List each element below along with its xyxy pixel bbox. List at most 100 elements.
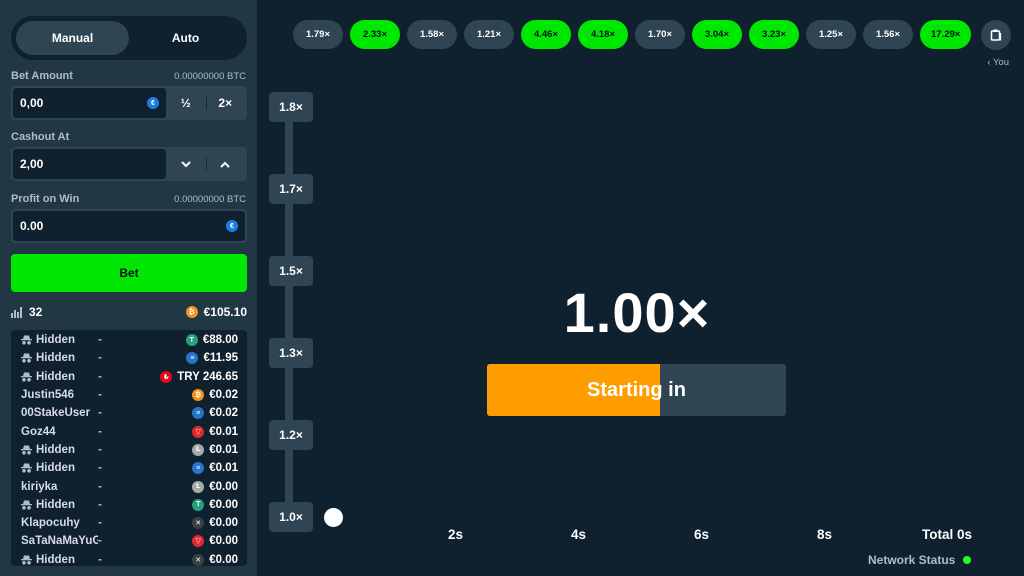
player-row[interactable]: Hidden - ✕ €0.00 — [11, 551, 247, 566]
history-details-button[interactable] — [981, 20, 1011, 50]
player-name: kiriyka — [21, 481, 98, 493]
history-pill[interactable]: 1.70× — [635, 20, 685, 49]
player-bet-amount: €0.01 — [209, 443, 238, 456]
chevron-up-icon — [220, 161, 230, 168]
incognito-icon — [21, 463, 32, 473]
player-bet: ≡ €0.02 — [128, 407, 238, 420]
player-bet: Ł €0.00 — [128, 480, 238, 493]
profit-btc: 0.00000000 BTC — [174, 194, 246, 205]
try-coin-icon: ₺ — [160, 370, 173, 383]
player-name: Hidden — [21, 462, 98, 474]
bet-button[interactable]: Bet — [11, 254, 247, 292]
history-pill[interactable]: 3.04× — [692, 20, 742, 49]
player-row[interactable]: Hidden - Ł €0.01 — [11, 441, 247, 459]
network-status: Network Status — [868, 553, 972, 567]
player-bet: ✕ €0.00 — [128, 517, 238, 530]
bet-stats: 32 ₿ €105.10 — [11, 304, 247, 320]
player-name: Hidden — [21, 352, 98, 364]
start-progress-bar: Starting in — [487, 364, 786, 416]
history-pill[interactable]: 4.46× — [521, 20, 571, 49]
cashout-decrease-button[interactable] — [166, 149, 206, 179]
network-status-label: Network Status — [868, 553, 956, 567]
clipboard-icon — [990, 29, 1002, 41]
y-axis-track — [285, 108, 293, 522]
player-row[interactable]: kiriyka - Ł €0.00 — [11, 477, 247, 495]
player-bet-amount: €0.01 — [209, 462, 238, 475]
player-name-text: 00StakeUser — [21, 407, 91, 420]
player-bet-amount: €0.02 — [209, 407, 238, 420]
double-bet-button[interactable]: 2× — [205, 88, 246, 118]
y-tick-label: 1.8× — [269, 92, 313, 122]
y-tick-label: 1.3× — [269, 338, 313, 368]
player-name: 00StakeUser — [21, 407, 98, 419]
player-bet: T €0.00 — [128, 498, 238, 511]
player-row[interactable]: Hidden - ≡ €11.95 — [11, 349, 247, 367]
player-name: SaTaNaMaYuG — [21, 535, 98, 547]
xrp-coin-icon: ✕ — [192, 553, 205, 566]
players-list[interactable]: Hidden - T €88.00 Hidden - ≡ €11.95 Hidden - ₺ TRY … — [11, 330, 247, 566]
history-pill[interactable]: 1.25× — [806, 20, 856, 49]
player-row[interactable]: 00StakeUser - ≡ €0.02 — [11, 404, 247, 422]
player-bet-amount: €0.01 — [209, 425, 238, 438]
auto-tab[interactable]: Auto — [129, 21, 242, 55]
player-row[interactable]: Hidden - T €0.00 — [11, 496, 247, 514]
history-pill[interactable]: 1.58× — [407, 20, 457, 49]
player-name: Hidden — [21, 499, 98, 511]
bet-amount-label: Bet Amount — [11, 70, 73, 82]
player-bet-amount: TRY 246.65 — [177, 370, 238, 383]
player-multiplier: - — [98, 407, 102, 420]
player-name-text: Justin546 — [21, 389, 75, 402]
player-multiplier: - — [98, 389, 102, 402]
player-bet: ▽ €0.00 — [128, 535, 238, 548]
player-name-text: Hidden — [36, 553, 75, 566]
profit-label: Profit on Win — [11, 193, 80, 205]
player-row[interactable]: Goz44 - ▽ €0.01 — [11, 422, 247, 440]
network-status-dot — [963, 556, 972, 564]
cashout-increase-button[interactable] — [205, 149, 246, 179]
total-time-label: Total 0s — [922, 527, 973, 542]
player-row[interactable]: Hidden - ₺ TRY 246.65 — [11, 368, 247, 386]
player-bet-amount: €0.00 — [209, 535, 238, 548]
chevron-down-icon — [181, 160, 191, 167]
player-bet-amount: €0.02 — [209, 389, 238, 402]
manual-tab[interactable]: Manual — [16, 21, 129, 55]
player-row[interactable]: Hidden - ≡ €0.01 — [11, 459, 247, 477]
player-name-text: Hidden — [36, 443, 75, 456]
player-multiplier: - — [98, 535, 102, 548]
player-multiplier: - — [98, 480, 102, 493]
player-row[interactable]: Klapocuhy - ✕ €0.00 — [11, 514, 247, 532]
player-bet-amount: €0.00 — [209, 480, 238, 493]
player-row[interactable]: SaTaNaMaYuG - ▽ €0.00 — [11, 532, 247, 550]
player-name-text: Hidden — [36, 370, 75, 383]
player-name: Hidden — [21, 371, 98, 383]
bet-amount-group: € ½ 2× — [11, 86, 247, 120]
player-name-text: Goz44 — [21, 425, 56, 438]
btc-coin-icon: ₿ — [192, 389, 205, 402]
history-pill[interactable]: 2.33× — [350, 20, 400, 49]
profit-value: 0.00 — [20, 219, 44, 233]
player-bet: ▽ €0.01 — [128, 425, 238, 438]
y-tick-label: 1.2× — [269, 420, 313, 450]
cashout-input[interactable] — [20, 157, 159, 171]
player-name-text: Hidden — [36, 498, 75, 511]
history-pill[interactable]: 4.18× — [578, 20, 628, 49]
history-pill[interactable]: 17.29× — [920, 20, 972, 49]
x-tick-label: 2s — [448, 527, 464, 542]
player-bet: Ł €0.01 — [128, 443, 238, 456]
history-pill[interactable]: 1.21× — [464, 20, 514, 49]
x-tick-label: 8s — [817, 527, 833, 542]
player-name-text: Hidden — [36, 462, 75, 475]
history-pill[interactable]: 1.79× — [293, 20, 343, 49]
bet-amount-input[interactable] — [20, 96, 147, 110]
history-pill[interactable]: 3.23× — [749, 20, 799, 49]
player-row[interactable]: Justin546 - ₿ €0.02 — [11, 386, 247, 404]
history-pill[interactable]: 1.56× — [863, 20, 913, 49]
player-row[interactable]: Hidden - T €88.00 — [11, 331, 247, 349]
player-bet-amount: €11.95 — [203, 352, 238, 365]
player-bet: ≡ €0.01 — [128, 462, 238, 475]
rocket-ball — [324, 508, 343, 527]
bitcoin-coin-icon: ₿ — [185, 306, 198, 318]
player-name: Justin546 — [21, 389, 98, 401]
half-bet-button[interactable]: ½ — [166, 88, 206, 118]
bet-amount-btc: 0.00000000 BTC — [174, 71, 246, 82]
